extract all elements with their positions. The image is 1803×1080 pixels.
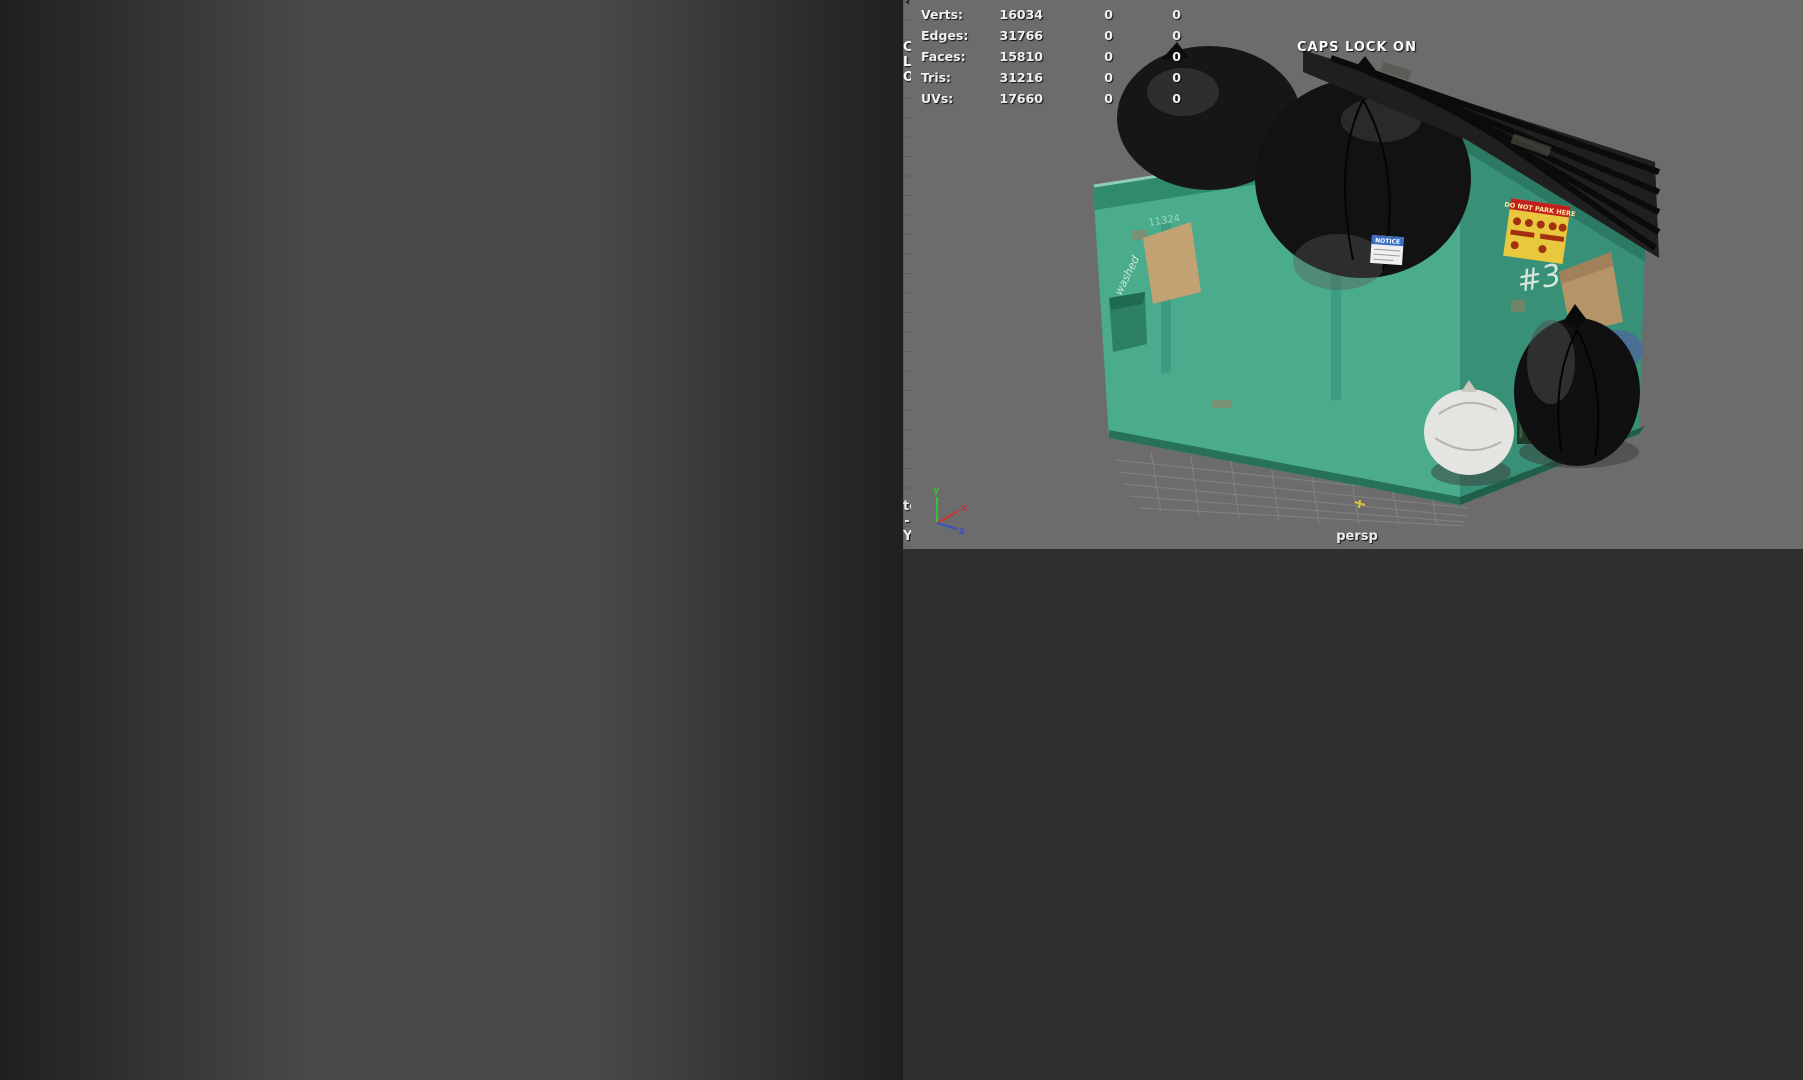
viewport-persp-canvas[interactable]: NOTICE DO NOT PARK HERE #3 washed 11324 — [911, 0, 1803, 549]
viewport-top-canvas[interactable]: y x z — [903, 0, 911, 549]
maya-four-view-layout: y x z Verts:1603400Edges:3176600Faces:15… — [0, 0, 1803, 1080]
top-view-render — [905, 0, 910, 5]
persp-view-render: NOTICE DO NOT PARK HERE #3 washed 11324 — [1093, 42, 1661, 527]
vertical-splitter[interactable] — [0, 0, 903, 1080]
viewport-top: y x z Verts:1603400Edges:3176600Faces:15… — [903, 0, 911, 549]
viewport-persp: NOTICE DO NOT PARK HERE #3 washed 11324 — [911, 0, 1803, 549]
